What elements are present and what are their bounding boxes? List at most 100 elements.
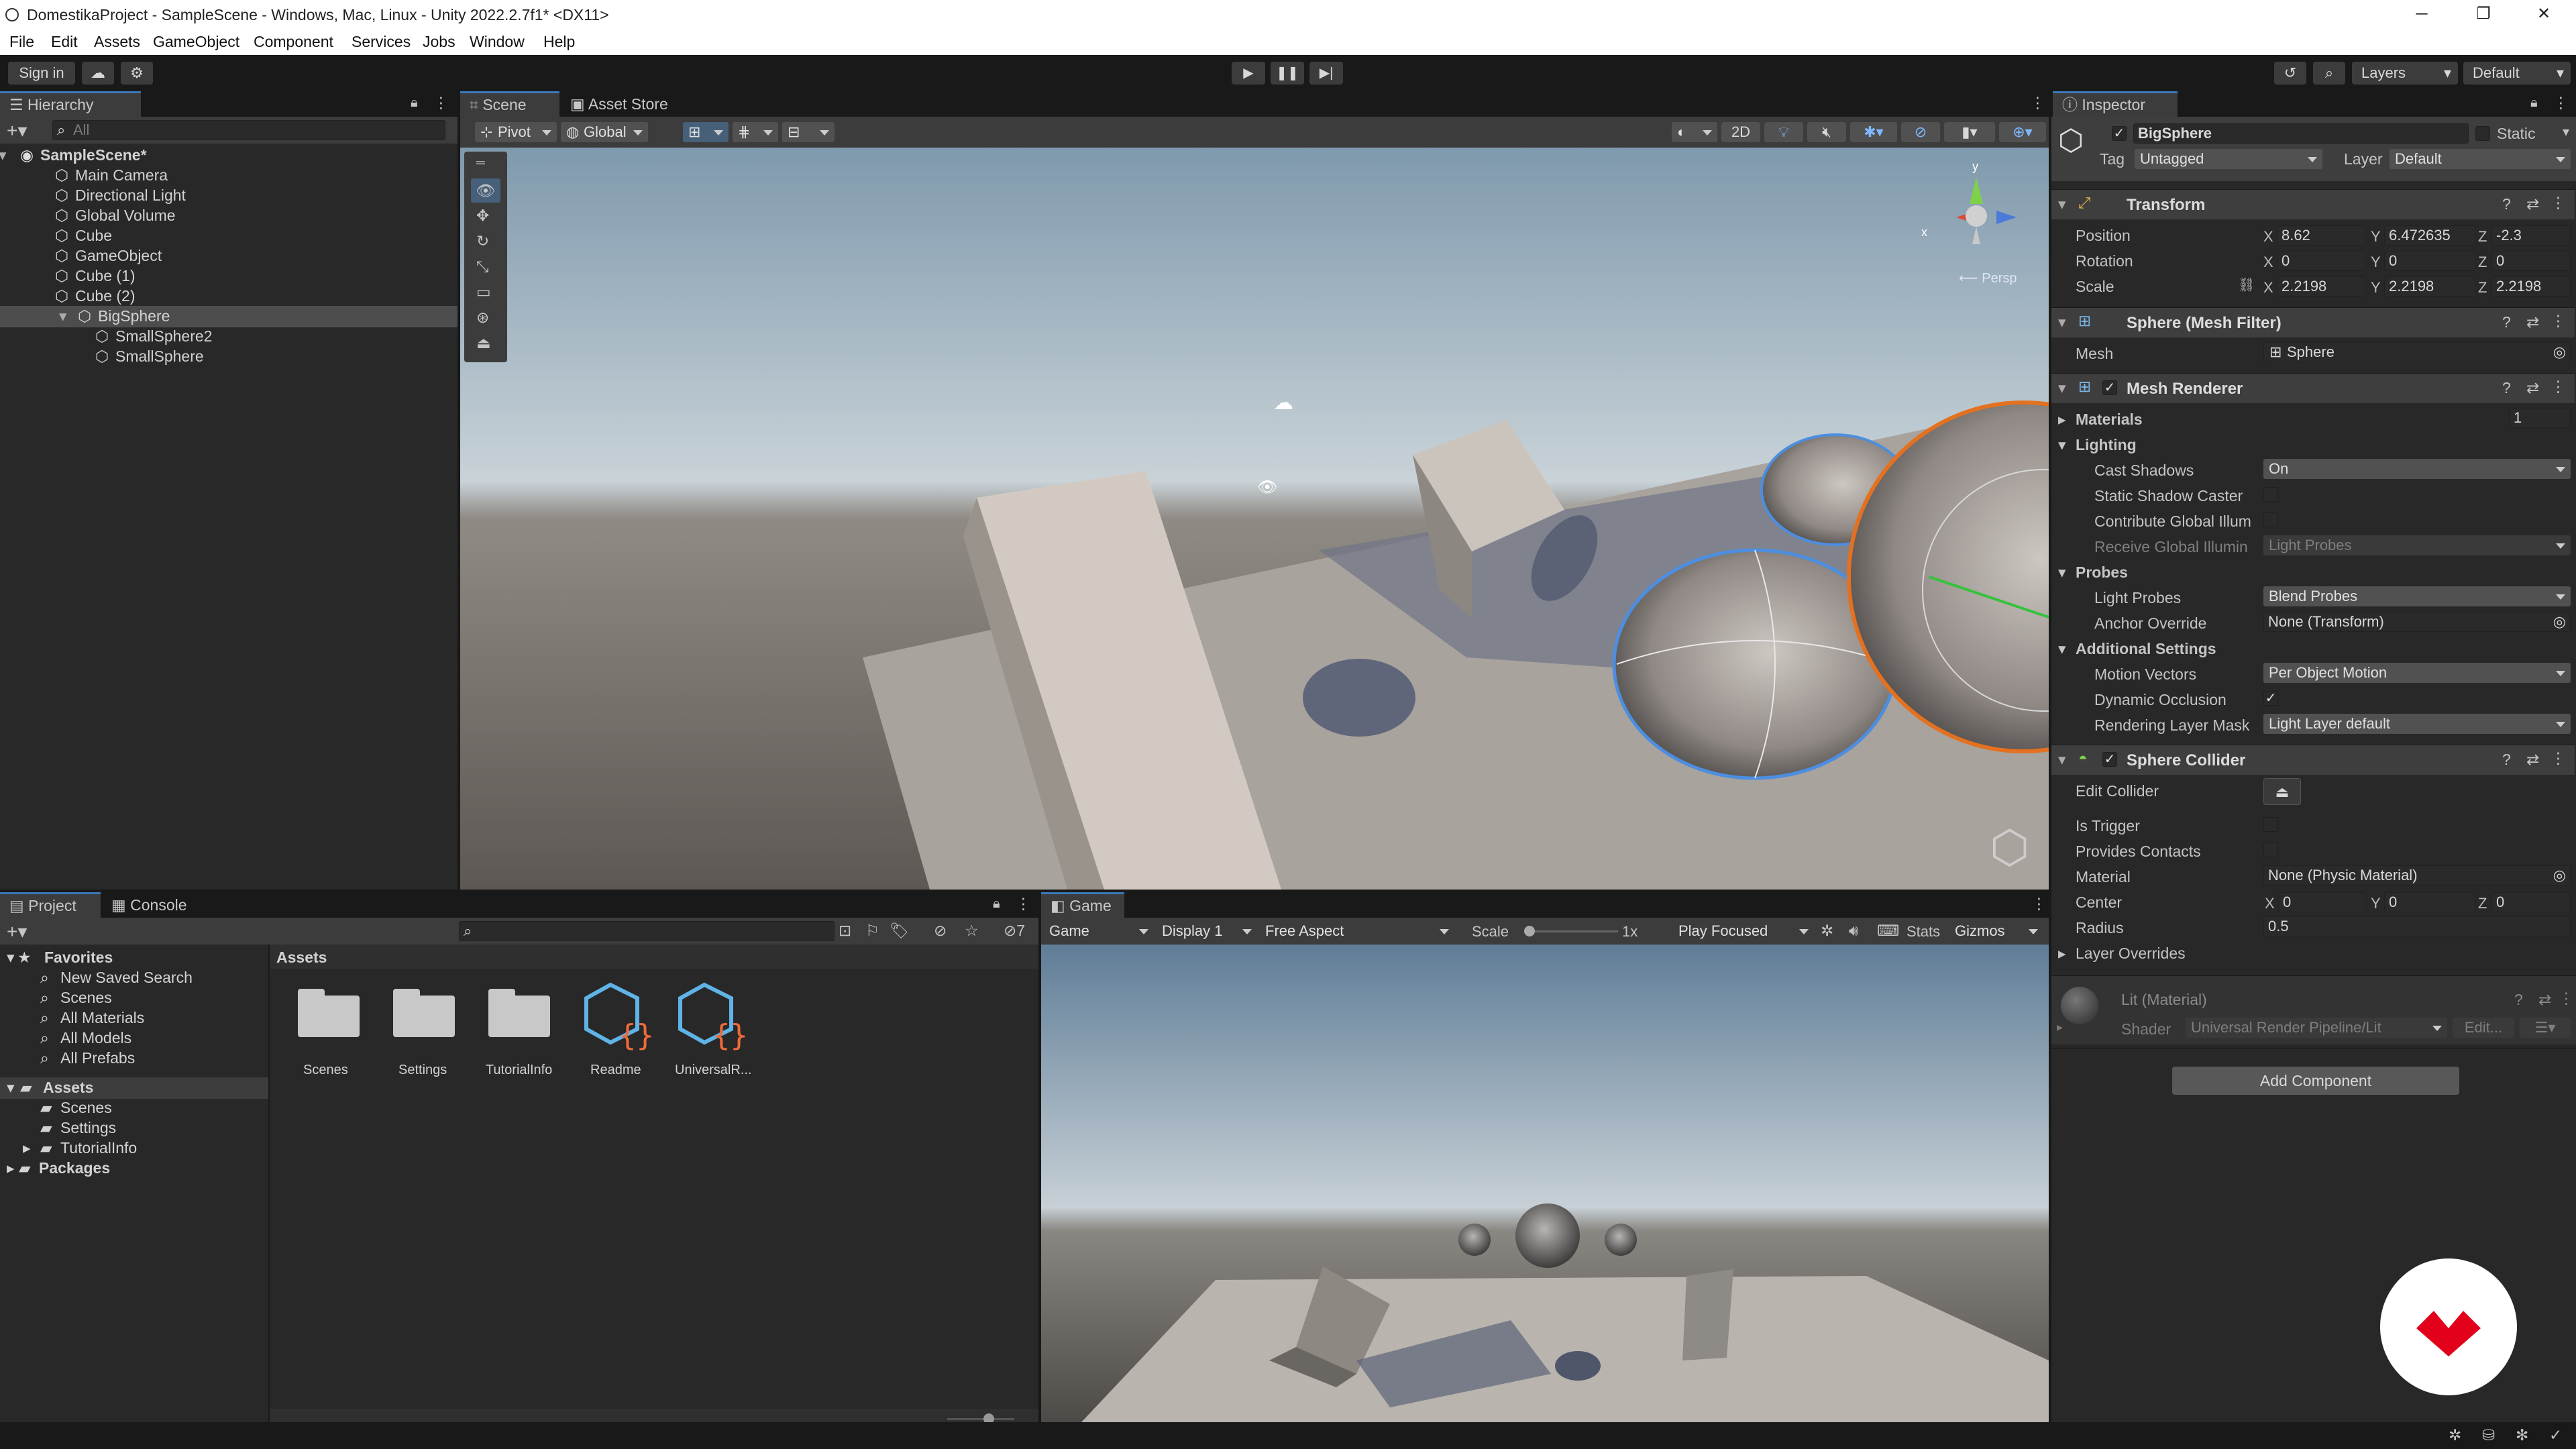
hidden-objects-icon[interactable]: ⊘ <box>1901 122 1940 142</box>
menu-window[interactable]: Window <box>470 33 525 51</box>
object-name-field[interactable]: BigSphere <box>2133 123 2469 144</box>
object-picker-icon[interactable]: ◎ <box>2553 343 2566 362</box>
tab-scene[interactable]: ⌗ Scene <box>460 91 559 117</box>
move-tool-icon[interactable]: ✥ <box>476 207 489 225</box>
aspect-dropdown[interactable]: Free Aspect <box>1260 921 1454 941</box>
hidden-packages-count[interactable]: ⊘7 <box>1004 922 1025 940</box>
custom-tool-icon[interactable]: ⏏ <box>476 334 491 352</box>
position-z-field[interactable]: -2.3 <box>2491 225 2571 246</box>
list-item[interactable]: ⬡ Cube (2) <box>55 287 135 305</box>
link-icon[interactable]: ⛓ <box>2238 276 2255 293</box>
pause-button[interactable]: ❚❚ <box>1271 62 1304 85</box>
list-item[interactable]: ⬡ Main Camera <box>55 166 168 184</box>
collab-icon[interactable]: ⚙ <box>121 62 153 85</box>
more-icon[interactable]: ⋮ <box>2551 312 2566 330</box>
scale-x-field[interactable]: 2.2198 <box>2277 276 2365 297</box>
tab-console[interactable]: ▦ Console <box>102 892 209 918</box>
layout-dropdown[interactable]: Default ▾ <box>2463 62 2571 85</box>
help-icon[interactable]: ? <box>2502 379 2511 397</box>
list-item[interactable]: ⬡ GameObject <box>55 247 162 265</box>
tab-inspector[interactable]: ⓘ Inspector <box>2053 91 2178 117</box>
expand-arrow-icon[interactable]: ▾ <box>7 1079 15 1097</box>
view-tool-icon[interactable]: 👁︎ <box>471 178 500 203</box>
expand-arrow-icon[interactable]: ▾ <box>2058 195 2066 213</box>
collider-material-field[interactable]: None (Physic Material) ◎ <box>2263 865 2571 885</box>
lock-icon[interactable]: 🔒︎ <box>2530 95 2538 111</box>
menu-file[interactable]: File <box>9 33 34 51</box>
tag-icon[interactable]: 🏷︎ <box>890 922 909 940</box>
rendering-layer-dropdown[interactable]: Light Layer default <box>2263 714 2571 734</box>
list-item[interactable]: ⬡ SmallSphere <box>95 347 204 366</box>
preset-icon[interactable]: ⇄ <box>2526 313 2539 331</box>
static-checkbox[interactable] <box>2475 126 2490 141</box>
game-viewport[interactable] <box>1041 945 2049 1422</box>
more-icon[interactable]: ⋮ <box>1016 895 1031 913</box>
hierarchy-search-input[interactable]: ⌕ All <box>52 120 445 140</box>
view-cube-icon[interactable]: ⬡ <box>1990 821 2029 874</box>
list-item[interactable]: ⬡ Global Volume <box>55 207 176 225</box>
list-item[interactable]: ⌕ New Saved Search <box>40 969 193 987</box>
add-icon[interactable]: +▾ <box>7 119 27 142</box>
layer-dropdown[interactable]: Default <box>2390 149 2571 169</box>
center-y-field[interactable]: 0 <box>2384 892 2475 912</box>
cloud-icon[interactable]: ☁ <box>82 62 114 85</box>
sphere-collider-header[interactable]: ▾ ◓ ✓ Sphere Collider ? ⇄ ⋮ <box>2051 745 2575 775</box>
close-button[interactable]: ✕ <box>2524 3 2564 25</box>
rotation-z-field[interactable]: 0 <box>2491 251 2571 271</box>
filter-label-icon[interactable]: ⚐ <box>865 922 879 940</box>
rotation-y-field[interactable]: 0 <box>2384 251 2475 271</box>
scale-y-field[interactable]: 2.2198 <box>2384 276 2475 297</box>
add-icon[interactable]: +▾ <box>7 920 27 943</box>
lighting-toggle-icon[interactable]: 💡︎ <box>1764 122 1803 142</box>
transform-header[interactable]: ▾ ⤢ Transform ? ⇄ ⋮ <box>2051 189 2575 219</box>
list-item[interactable]: ⌕ All Materials <box>40 1009 144 1027</box>
list-item[interactable]: ⌕ All Prefabs <box>40 1049 135 1067</box>
anchor-override-field[interactable]: None (Transform) ◎ <box>2263 612 2571 632</box>
list-item[interactable]: ▰ Scenes <box>40 1099 112 1117</box>
assets-node[interactable]: ▾ ▰ Assets <box>7 1079 93 1097</box>
more-icon[interactable]: ⋮ <box>2031 895 2047 913</box>
list-item-selected[interactable]: ▾ ⬡ BigSphere <box>59 307 170 325</box>
gizmos-dropdown[interactable]: Gizmos <box>1949 921 2043 941</box>
radius-field[interactable]: 0.5 <box>2263 916 2571 936</box>
chevron-down-icon[interactable]: ▾ <box>2563 123 2569 140</box>
position-x-field[interactable]: 8.62 <box>2277 225 2365 246</box>
minimize-button[interactable]: ─ <box>2402 3 2442 25</box>
scene-viewport[interactable]: ☁ 👁︎ ═ 👁︎ ✥ ↻ ⤡ ▭ ⊛ ⏏ y x ⟵ Persp ⬡ <box>460 148 2049 890</box>
tab-game[interactable]: ◧ Game <box>1041 892 1124 918</box>
static-shadow-checkbox[interactable] <box>2263 487 2278 502</box>
lighting-foldout[interactable]: ▾ Lighting <box>2058 436 2137 454</box>
tab-asset-store[interactable]: ▣ Asset Store <box>561 91 679 117</box>
gizmos-toggle-icon[interactable]: ⊕▾ <box>1999 122 2046 142</box>
enabled-checkbox[interactable]: ✓ <box>2102 380 2117 395</box>
orientation-gizmo[interactable]: y x ⟵ Persp <box>1916 157 2037 291</box>
game-mode-dropdown[interactable]: Game <box>1044 921 1154 941</box>
menu-jobs[interactable]: Jobs <box>423 33 455 51</box>
rotation-x-field[interactable]: 0 <box>2277 251 2365 271</box>
provides-contacts-checkbox[interactable] <box>2263 843 2278 857</box>
play-mode-dropdown[interactable]: Play Focused <box>1673 921 1814 941</box>
cast-shadows-dropdown[interactable]: On <box>2263 459 2571 479</box>
materials-count-field[interactable]: 1 <box>2509 408 2571 428</box>
help-icon[interactable]: ? <box>2502 195 2511 213</box>
scale-z-field[interactable]: 2.2198 <box>2491 276 2571 297</box>
play-button[interactable]: ▶ <box>1232 62 1265 85</box>
cache-server-icon[interactable]: ⛁ <box>2482 1426 2495 1444</box>
grid-item[interactable]: Settings <box>393 989 458 1089</box>
favorites-node[interactable]: ▾ ★ Favorites <box>7 949 113 967</box>
expand-arrow-icon[interactable]: ▸ <box>2057 1020 2063 1034</box>
list-item[interactable]: ⬡ Cube <box>55 227 112 245</box>
grid-item[interactable]: TutorialInfo <box>486 989 562 1089</box>
preset-icon[interactable]: ⇄ <box>2538 991 2551 1009</box>
transform-tool-icon[interactable]: ⊛ <box>476 309 489 327</box>
shader-options-dropdown[interactable]: ☰▾ <box>2520 1018 2571 1038</box>
preset-icon[interactable]: ⇄ <box>2526 751 2539 769</box>
history-icon[interactable]: ↺ <box>2274 62 2306 85</box>
dynamic-occlusion-checkbox[interactable]: ✓ <box>2263 691 2278 706</box>
expand-arrow-icon[interactable]: ▾ <box>2058 379 2066 397</box>
more-icon[interactable]: ⋮ <box>2551 194 2566 212</box>
more-icon[interactable]: ⋮ <box>2030 94 2045 112</box>
expand-arrow-icon[interactable]: ▾ <box>7 949 15 967</box>
light-probes-dropdown[interactable]: Blend Probes <box>2263 586 2571 606</box>
global-dropdown[interactable]: ◍ Global <box>561 122 648 142</box>
